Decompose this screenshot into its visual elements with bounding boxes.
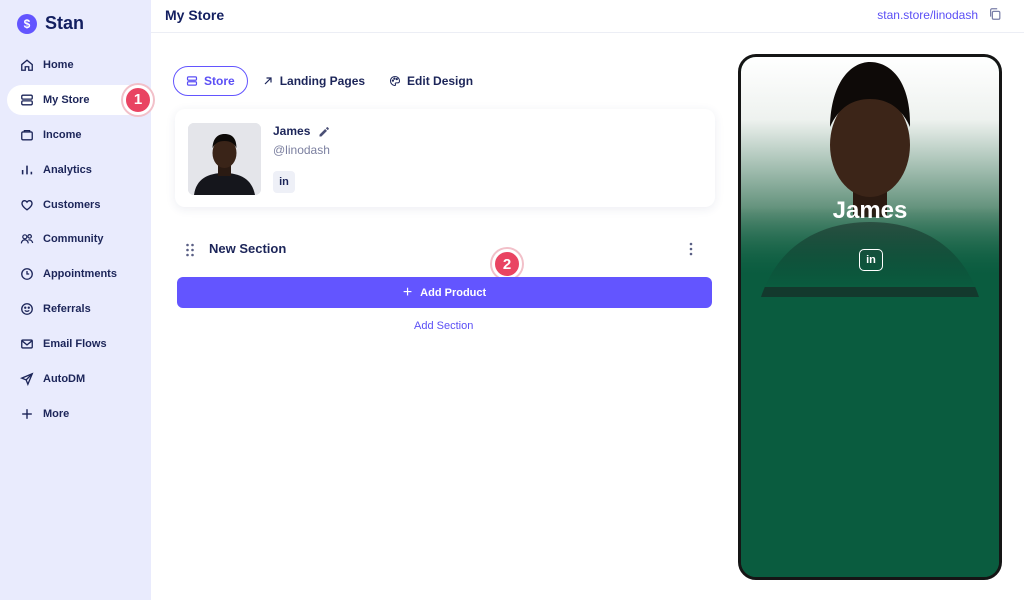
sidebar-item-email-flows[interactable]: Email Flows (7, 329, 143, 359)
copy-icon[interactable] (988, 7, 1002, 21)
store-tabs: Store Landing Pages Edit Design (173, 66, 473, 96)
sidebar: $ Stan Home My Store 1 Income Analytics … (0, 0, 153, 600)
bar-chart-icon (20, 163, 34, 177)
sidebar-item-label: Email Flows (43, 338, 107, 351)
more-options-icon[interactable] (687, 242, 695, 256)
sidebar-item-appointments[interactable]: Appointments (7, 259, 143, 289)
store-url-link[interactable]: stan.store/linodash (877, 8, 978, 22)
store-icon (20, 93, 34, 107)
sidebar-item-community[interactable]: Community (7, 224, 143, 254)
pencil-icon[interactable] (318, 125, 330, 137)
sidebar-item-label: Customers (43, 198, 101, 211)
section-title[interactable]: New Section (209, 241, 286, 256)
add-product-label: Add Product (420, 286, 487, 299)
add-section-link[interactable]: Add Section (414, 320, 473, 332)
sidebar-item-label: AutoDM (43, 373, 86, 386)
arrow-up-right-icon (264, 77, 272, 85)
tab-landing-pages[interactable]: Landing Pages (262, 66, 365, 96)
linkedin-icon[interactable]: in (273, 171, 295, 193)
add-product-button[interactable]: + Add Product (177, 277, 712, 308)
tab-label: Edit Design (407, 74, 474, 88)
step-badge-2: 2 (492, 249, 522, 279)
sidebar-item-customers[interactable]: Customers (7, 190, 143, 220)
tab-label: Landing Pages (279, 74, 366, 88)
sidebar-item-more[interactable]: More (7, 399, 143, 429)
preview-name: James (832, 197, 908, 224)
sidebar-item-label: Community (43, 233, 104, 246)
mail-icon (20, 337, 34, 351)
stan-logo-icon: $ (17, 13, 37, 34)
tab-store[interactable]: Store (173, 66, 248, 96)
home-icon (20, 58, 34, 72)
sidebar-item-label: Analytics (43, 163, 92, 176)
sidebar-item-label: Home (43, 59, 74, 71)
avatar (188, 123, 261, 195)
sidebar-item-autodm[interactable]: AutoDM (7, 364, 143, 394)
sidebar-item-label: Income (43, 128, 82, 141)
brand[interactable]: $ Stan (17, 13, 84, 34)
sidebar-nav: Home My Store 1 Income Analytics Custome… (0, 50, 153, 434)
brand-name: Stan (45, 13, 85, 33)
page-title: My Store (165, 7, 225, 23)
users-icon (20, 232, 34, 246)
send-icon (20, 372, 34, 387)
sidebar-item-label: Referrals (43, 303, 91, 316)
sidebar-item-analytics[interactable]: Analytics (7, 155, 143, 185)
layers-icon (186, 76, 198, 86)
profile-card: James @linodash in (175, 109, 715, 207)
plus-icon: + (402, 283, 413, 301)
wallet-icon (20, 128, 34, 142)
tab-label: Store (204, 74, 235, 88)
profile-name: James (273, 124, 311, 138)
step-badge-1: 1 (123, 84, 153, 115)
sidebar-item-referrals[interactable]: Referrals (7, 294, 143, 324)
sidebar-item-label: My Store (43, 93, 90, 106)
tab-edit-design[interactable]: Edit Design (389, 66, 473, 96)
heart-icon (20, 198, 34, 212)
sidebar-item-home[interactable]: Home (7, 50, 143, 80)
store-preview-phone: James in (738, 54, 1002, 580)
plus-icon (20, 407, 34, 421)
clock-icon (20, 267, 34, 281)
sidebar-item-my-store[interactable]: My Store 1 (7, 84, 153, 115)
sidebar-item-label: More (43, 407, 70, 420)
profile-handle: @linodash (273, 143, 330, 157)
preview-cover-photo (741, 57, 999, 577)
sidebar-item-income[interactable]: Income (7, 120, 143, 150)
smiley-icon (20, 302, 34, 316)
palette-icon (390, 75, 401, 87)
drag-handle-icon[interactable] (185, 243, 195, 257)
top-bar: My Store stan.store/linodash (151, 0, 1024, 33)
preview-linkedin-icon[interactable]: in (859, 249, 883, 271)
sidebar-item-label: Appointments (43, 268, 117, 281)
